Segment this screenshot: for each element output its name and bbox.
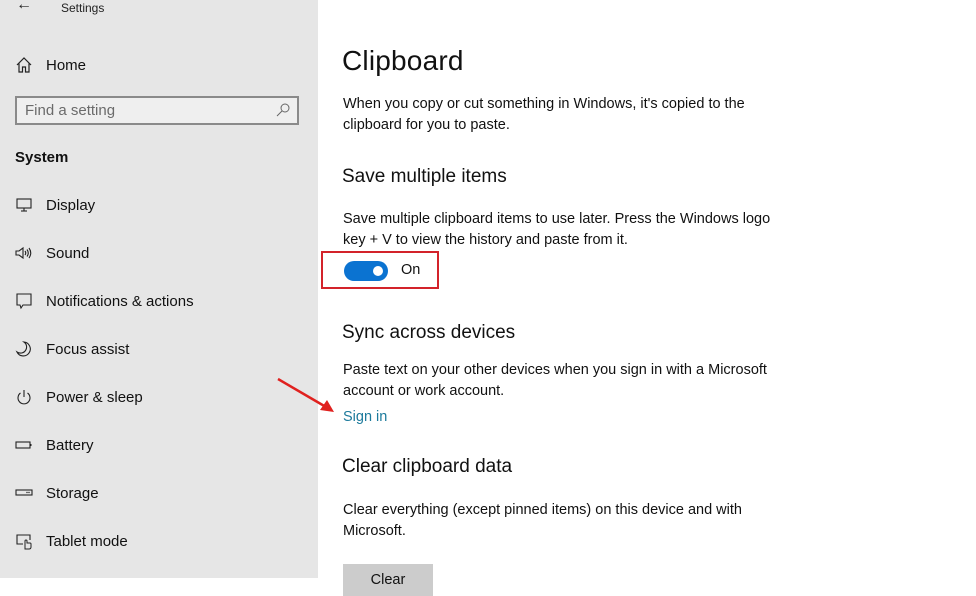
heading-sync: Sync across devices [342,322,516,343]
clear-button[interactable]: Clear [343,564,433,596]
battery-icon [14,435,34,455]
clear-description: Clear everything (except pinned items) o… [343,502,742,539]
storage-icon [14,483,34,503]
sidebar-item-tablet-mode[interactable]: Tablet mode [0,521,318,561]
back-arrow-icon[interactable]: ← [14,0,34,15]
annotation-highlight-box: On [321,251,439,289]
sidebar-item-sound[interactable]: Sound [0,233,318,273]
page-title: Clipboard [342,45,464,76]
sidebar-item-label: Battery [46,436,94,454]
search-input[interactable] [25,98,265,123]
sidebar-item-label: Power & sleep [46,388,143,406]
sidebar-item-home[interactable]: Home [0,45,318,85]
toggle-state-label: On [401,262,421,278]
sidebar-item-battery[interactable]: Battery [0,425,318,465]
heading-clear: Clear clipboard data [342,456,513,477]
sign-in-link[interactable]: Sign in [343,409,387,425]
clipboard-history-toggle[interactable] [344,261,388,281]
sidebar-item-label: Storage [46,484,99,502]
monitor-icon [14,195,34,215]
save-multiple-description: Save multiple clipboard items to use lat… [343,211,771,248]
sidebar-item-storage[interactable]: Storage [0,473,318,513]
sidebar-item-label: Sound [46,244,90,262]
sidebar-item-power-sleep[interactable]: Power & sleep [0,377,318,417]
notification-icon [14,291,34,311]
speaker-icon [14,243,34,263]
sidebar-item-display[interactable]: Display [0,185,318,225]
tablet-mode-icon [14,531,34,551]
sidebar-item-label: Home [46,56,87,74]
sync-description: Paste text on your other devices when yo… [343,362,767,399]
sidebar-item-label: Focus assist [46,340,130,358]
heading-save-multiple: Save multiple items [342,166,507,187]
intro-text: When you copy or cut something in Window… [343,96,745,133]
search-icon[interactable] [275,102,291,118]
sidebar-item-label: Notifications & actions [46,292,194,310]
title-bar: ← Settings [0,0,318,20]
toggle-knob [373,266,383,276]
sidebar: ← Settings Home System Display Sound Not… [0,0,318,578]
app-title: Settings [61,1,105,15]
search-box[interactable] [15,96,299,125]
main-content: Clipboard When you copy or cut something… [318,0,976,596]
sidebar-item-label: Display [46,196,96,214]
sidebar-item-focus-assist[interactable]: Focus assist [0,329,318,369]
home-icon [14,55,34,75]
section-label-system: System [15,149,69,166]
moon-icon [14,339,34,359]
sidebar-item-notifications[interactable]: Notifications & actions [0,281,318,321]
power-icon [14,387,34,407]
sidebar-item-label: Tablet mode [46,532,128,550]
